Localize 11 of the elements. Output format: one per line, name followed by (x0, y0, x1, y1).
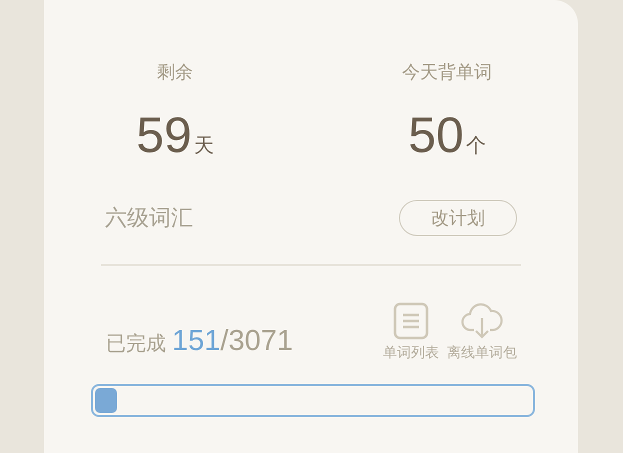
stat-value: 50个 (408, 106, 486, 164)
stat-label: 今天背单词 (402, 61, 492, 84)
cloud-download-icon (461, 302, 503, 340)
plan-name: 六级词汇 (105, 205, 193, 233)
action-button[interactable]: 离线单词包 (447, 302, 517, 362)
change-plan-button[interactable]: 改计划 (399, 200, 517, 236)
stat-label: 剩余 (157, 61, 193, 84)
stat-value: 59 天 (136, 106, 214, 164)
list-icon (393, 302, 429, 340)
progress-count: 已完成 151/3071 (106, 325, 293, 358)
action-button[interactable]: 单词列表 (383, 302, 439, 362)
